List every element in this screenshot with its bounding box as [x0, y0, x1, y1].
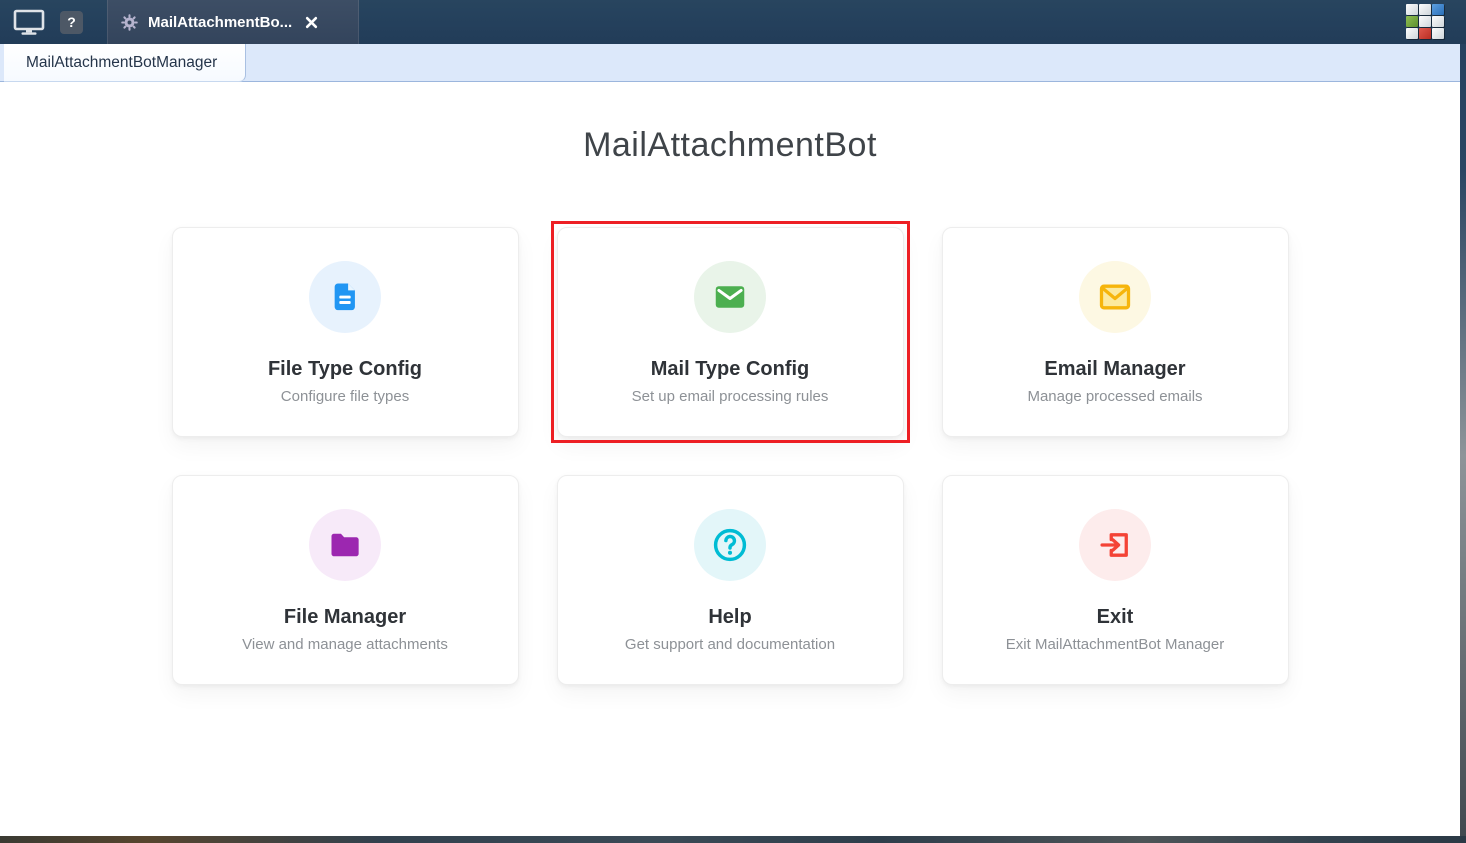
tab-mailattachmentbotmanager[interactable]: MailAttachmentBotManager [4, 44, 246, 82]
card-title: Email Manager [1044, 358, 1186, 380]
mail-filled-icon [715, 286, 745, 308]
card-email-manager[interactable]: Email Manager Manage processed emails [941, 227, 1289, 437]
help-badge-icon[interactable]: ? [60, 10, 83, 34]
folder-icon [331, 533, 359, 557]
icon-circle [309, 509, 381, 581]
monitor-icon[interactable] [12, 8, 46, 36]
cube-grid-logo-icon [1406, 4, 1448, 40]
exit-icon [1100, 533, 1128, 557]
card-title: Help [708, 606, 752, 628]
icon-circle [1079, 261, 1151, 333]
main-content: MailAttachmentBot File Type Config Confi… [0, 82, 1460, 836]
card-file-type-config[interactable]: File Type Config Configure file types [171, 227, 519, 437]
card-subtitle: Exit MailAttachmentBot Manager [1005, 636, 1225, 653]
icon-circle [694, 509, 766, 581]
card-mail-type-config[interactable]: Mail Type Config Set up email processing… [556, 227, 904, 437]
view-tabstrip: MailAttachmentBotManager [0, 44, 1460, 82]
card-subtitle: View and manage attachments [242, 636, 448, 653]
close-icon[interactable] [304, 15, 318, 29]
card-subtitle: Get support and documentation [624, 636, 836, 653]
editor-tab-label: MailAttachmentBo... [148, 13, 293, 31]
card-file-manager[interactable]: File Manager View and manage attachments [171, 475, 519, 685]
card-subtitle: Set up email processing rules [631, 388, 829, 405]
card-subtitle: Manage processed emails [1027, 388, 1203, 405]
card-subtitle: Configure file types [280, 388, 410, 405]
card-title: File Type Config [267, 358, 423, 380]
card-help[interactable]: Help Get support and documentation [556, 475, 904, 685]
icon-circle [309, 261, 381, 333]
mail-outline-icon [1099, 284, 1131, 310]
app-window: ? MailAttachmentBo... MailAttachmentBotM… [0, 0, 1466, 843]
page-title: MailAttachmentBot [583, 126, 877, 164]
editor-tab-mailattachmentbot[interactable]: MailAttachmentBo... [107, 0, 359, 44]
gear-icon [121, 13, 138, 31]
desktop-edge-bottom [0, 836, 1466, 843]
icon-circle [694, 261, 766, 333]
icon-circle [1079, 509, 1151, 581]
card-title: File Manager [283, 606, 407, 628]
card-grid: File Type Config Configure file types Ma… [171, 221, 1289, 685]
document-icon [334, 283, 355, 311]
toolbar: ? MailAttachmentBo... [0, 0, 1466, 44]
card-exit[interactable]: Exit Exit MailAttachmentBot Manager [941, 475, 1289, 685]
card-title: Exit [1096, 606, 1134, 628]
card-title: Mail Type Config [650, 358, 810, 380]
help-icon [713, 528, 747, 562]
desktop-edge-right [1460, 44, 1466, 836]
